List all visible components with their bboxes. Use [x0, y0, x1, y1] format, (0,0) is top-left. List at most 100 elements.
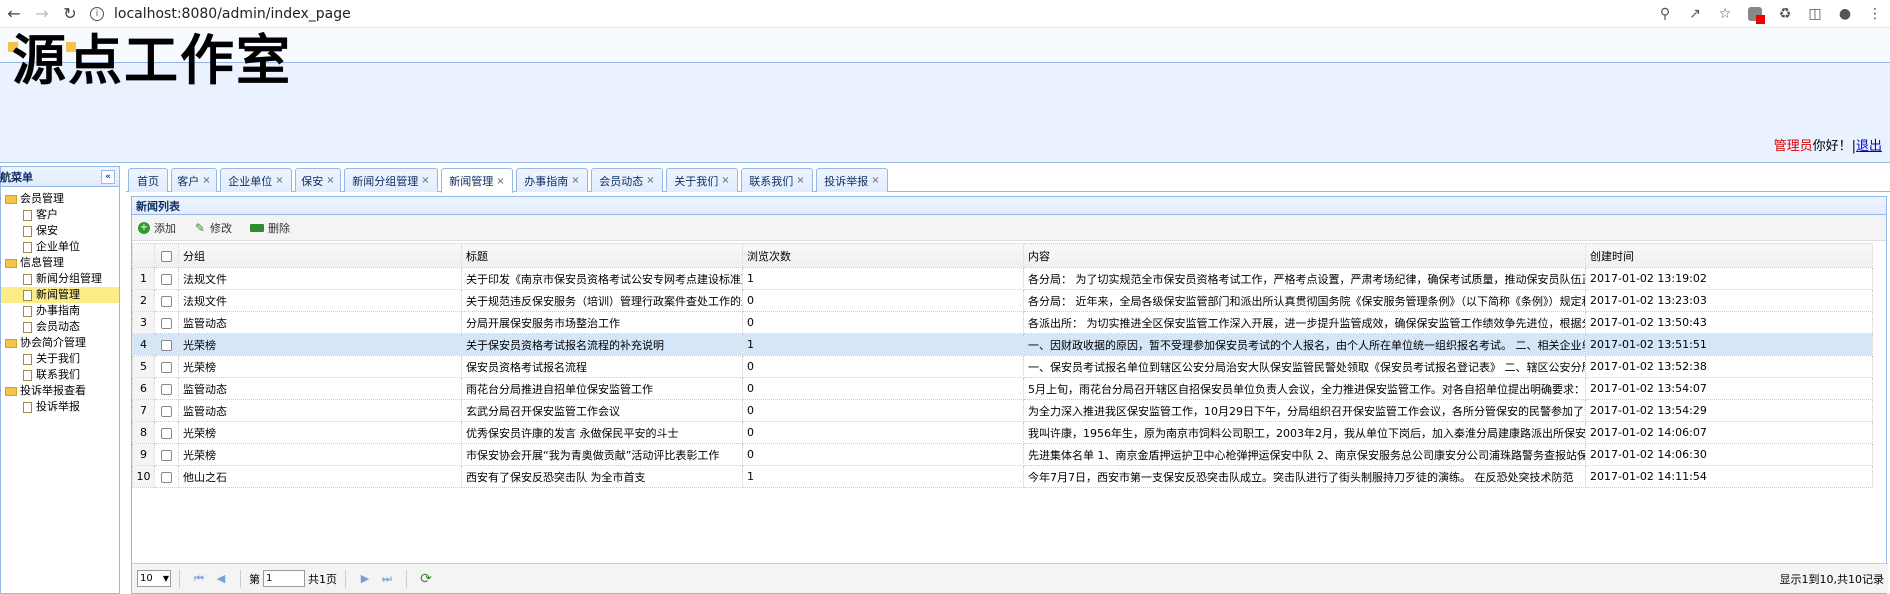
tab[interactable]: 首页: [128, 168, 168, 192]
row-checkbox[interactable]: [154, 289, 179, 312]
tree-item[interactable]: 办事指南: [1, 303, 119, 319]
column-header[interactable]: 创建时间: [1585, 243, 1873, 268]
delete-button[interactable]: 删除: [250, 220, 290, 236]
next-page-icon[interactable]: ▶: [357, 571, 373, 587]
cell-group: 法规文件: [178, 289, 462, 312]
extension-badge-icon[interactable]: [1740, 0, 1770, 28]
prev-page-icon[interactable]: ◀: [213, 571, 229, 587]
share-icon[interactable]: ↗: [1680, 0, 1710, 28]
row-checkbox[interactable]: [154, 421, 179, 444]
table-row[interactable]: 4 光荣榜 关于保安员资格考试报名流程的补充说明 1 一、因财政收据的原因，暂不受理参加…: [132, 333, 1873, 356]
add-button[interactable]: + 添加: [138, 220, 176, 236]
browser-menu-icon[interactable]: ⋮: [1860, 0, 1890, 28]
tab[interactable]: 办事指南 ×: [516, 168, 588, 192]
tree-item[interactable]: 投诉举报: [1, 399, 119, 415]
close-icon[interactable]: ×: [646, 175, 654, 186]
tree-item[interactable]: 企业单位: [1, 239, 119, 255]
tab[interactable]: 企业单位 ×: [220, 168, 292, 192]
column-header[interactable]: 标题: [461, 243, 743, 268]
column-header[interactable]: 分组: [178, 243, 462, 268]
tab[interactable]: 联系我们 ×: [741, 168, 813, 192]
tree-item[interactable]: 客户: [1, 207, 119, 223]
welcome-user: 管理员: [1773, 139, 1813, 154]
tab[interactable]: 新闻管理 ×: [441, 168, 513, 193]
close-icon[interactable]: ×: [275, 175, 283, 186]
tab[interactable]: 客户 ×: [171, 168, 217, 192]
page-size-select[interactable]: 10 ▼: [137, 570, 171, 587]
row-checkbox[interactable]: [154, 267, 179, 290]
close-icon[interactable]: ×: [871, 175, 879, 186]
logout-link[interactable]: 退出: [1856, 139, 1882, 154]
file-icon: [23, 241, 32, 253]
tree-item[interactable]: 新闻管理: [1, 287, 119, 303]
row-checkbox[interactable]: [154, 399, 179, 422]
checkbox[interactable]: [161, 449, 172, 461]
checkbox[interactable]: [161, 427, 172, 439]
table-row[interactable]: 6 监管动态 雨花台分局推进自招单位保安监管工作 0 5月上旬，雨花台分局召开辖区自招保…: [132, 377, 1873, 400]
edit-button[interactable]: ✎ 修改: [194, 220, 232, 236]
profile-icon[interactable]: ●: [1830, 0, 1860, 28]
collapse-icon[interactable]: «: [101, 170, 115, 184]
first-page-icon[interactable]: ⏮: [191, 571, 207, 587]
table-row[interactable]: 8 光荣榜 优秀保安员许康的发言 永做保民平安的斗士 0 我叫许康，1956年生，原为南…: [132, 421, 1873, 444]
row-checkbox[interactable]: [154, 465, 179, 488]
cell-views: 0: [742, 311, 1024, 334]
row-checkbox[interactable]: [154, 443, 179, 466]
close-icon[interactable]: ×: [421, 175, 429, 186]
tab[interactable]: 会员动态 ×: [591, 168, 663, 192]
close-icon[interactable]: ×: [496, 176, 504, 187]
tab[interactable]: 关于我们 ×: [666, 168, 738, 192]
tab[interactable]: 新闻分组管理 ×: [344, 168, 438, 192]
row-checkbox[interactable]: [154, 377, 179, 400]
cell-created: 2017-01-02 14:11:54: [1585, 465, 1873, 488]
tree-folder[interactable]: ▸会员管理: [0, 191, 119, 207]
select-all-checkbox[interactable]: [154, 243, 179, 268]
checkbox[interactable]: [161, 405, 172, 417]
site-title: 源点工作室: [12, 29, 292, 92]
column-header[interactable]: 浏览次数: [742, 243, 1024, 268]
checkbox[interactable]: [161, 361, 172, 373]
checkbox[interactable]: [161, 471, 172, 483]
tree-folder[interactable]: ▸投诉举报查看: [0, 383, 119, 399]
tab-label: 首页: [137, 174, 159, 188]
tree-folder[interactable]: ▸协会简介管理: [0, 335, 119, 351]
row-checkbox[interactable]: [154, 311, 179, 334]
row-checkbox[interactable]: [154, 333, 179, 356]
zoom-icon[interactable]: ⚲: [1650, 0, 1680, 28]
checkbox[interactable]: [161, 339, 172, 351]
tree-label: 新闻管理: [36, 288, 80, 301]
extensions-puzzle-icon[interactable]: ♻: [1770, 0, 1800, 28]
table-row[interactable]: 10 他山之石 西安有了保安反恐突击队 为全市首支 1 今年7月7日，西安市第一支保安反…: [132, 465, 1873, 488]
table-row[interactable]: 9 光荣榜 市保安协会开展“我为青奥做贡献”活动评比表彰工作 0 先进集体名单 1、南京…: [132, 443, 1873, 466]
column-header[interactable]: 内容: [1023, 243, 1586, 268]
bookmark-star-icon[interactable]: ☆: [1710, 0, 1740, 28]
refresh-icon[interactable]: ⟳: [418, 571, 434, 587]
table-row[interactable]: 7 监管动态 玄武分局召开保安监管工作会议 0 为全力深入推进我区保安监管工作，10月2…: [132, 399, 1873, 422]
tree-item[interactable]: 保安: [1, 223, 119, 239]
table-row[interactable]: 1 法规文件 关于印发《南京市保安员资格考试公安专网考点建设标准》 1 各分局： 为了切…: [132, 267, 1873, 290]
page-number-input[interactable]: 1: [263, 570, 305, 587]
close-icon[interactable]: ×: [326, 175, 334, 186]
tree-item[interactable]: 会员动态: [1, 319, 119, 335]
tree-folder[interactable]: ▸信息管理: [0, 255, 119, 271]
side-panel-icon[interactable]: ◫: [1800, 0, 1830, 28]
checkbox[interactable]: [161, 317, 172, 329]
row-checkbox[interactable]: [154, 355, 179, 378]
checkbox[interactable]: [161, 273, 172, 285]
checkbox[interactable]: [161, 383, 172, 395]
tab[interactable]: 投诉举报 ×: [816, 168, 888, 192]
tree-item[interactable]: 关于我们: [1, 351, 119, 367]
checkbox[interactable]: [161, 295, 172, 307]
tab[interactable]: 保安 ×: [295, 168, 341, 192]
close-icon[interactable]: ×: [202, 175, 210, 186]
table-row[interactable]: 3 监管动态 分局开展保安服务市场整治工作 0 各派出所： 为切实推进全区保安监管工作深…: [132, 311, 1873, 334]
table-row[interactable]: 5 光荣榜 保安员资格考试报名流程 0 一、保安员考试报名单位到辖区公安分局治安大队保安…: [132, 355, 1873, 378]
last-page-icon[interactable]: ⏭: [379, 571, 395, 587]
tree-item[interactable]: 联系我们: [1, 367, 119, 383]
cell-group: 监管动态: [178, 311, 462, 334]
close-icon[interactable]: ×: [796, 175, 804, 186]
close-icon[interactable]: ×: [571, 175, 579, 186]
tree-item[interactable]: 新闻分组管理: [1, 271, 119, 287]
table-row[interactable]: 2 法规文件 关于规范违反保安服务（培训）管理行政案件查处工作的通 0 各分局： 近年来…: [132, 289, 1873, 312]
close-icon[interactable]: ×: [721, 175, 729, 186]
